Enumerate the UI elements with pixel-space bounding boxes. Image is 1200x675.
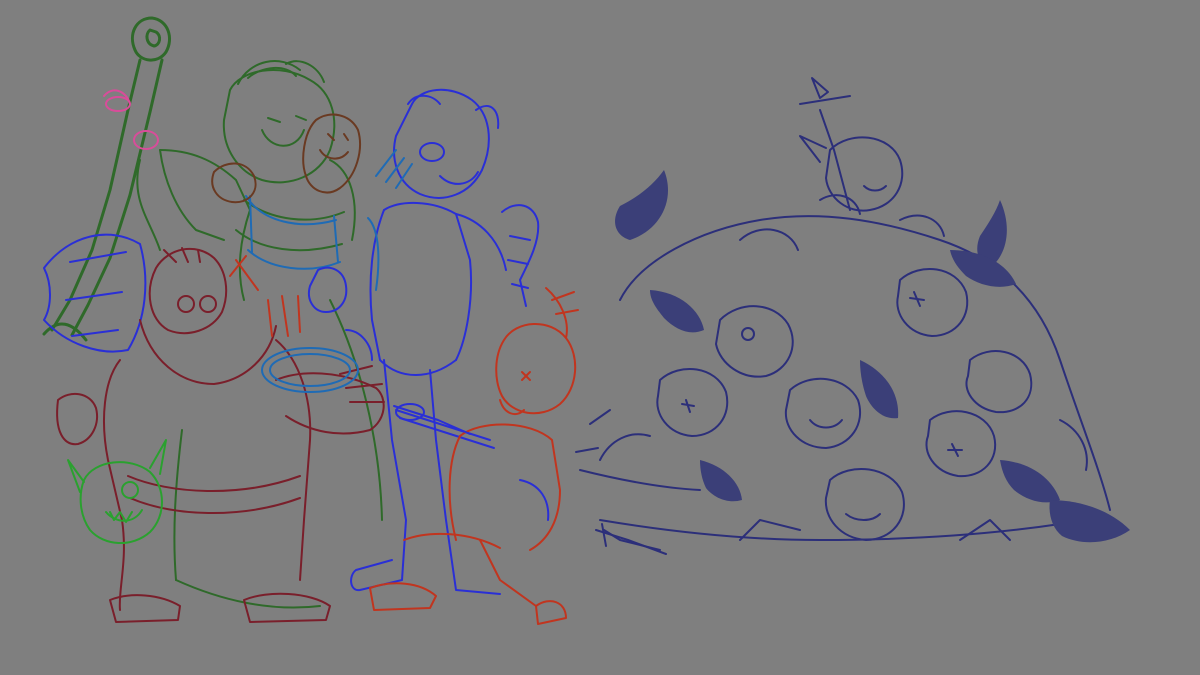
goblin-head: [67, 439, 167, 545]
wizard-tunic: [245, 195, 341, 270]
dwarf-character: [56, 247, 385, 623]
wizard-character: [136, 60, 383, 609]
drawing-canvas: [0, 0, 1200, 675]
ranger-quiver: [367, 149, 413, 291]
sketch-artwork: [42, 16, 1130, 625]
kid-sword: [393, 403, 550, 521]
goblin-pile-ears: [615, 170, 1130, 543]
kid-character: [369, 287, 579, 625]
dwarf-shield-ring: [261, 347, 359, 393]
